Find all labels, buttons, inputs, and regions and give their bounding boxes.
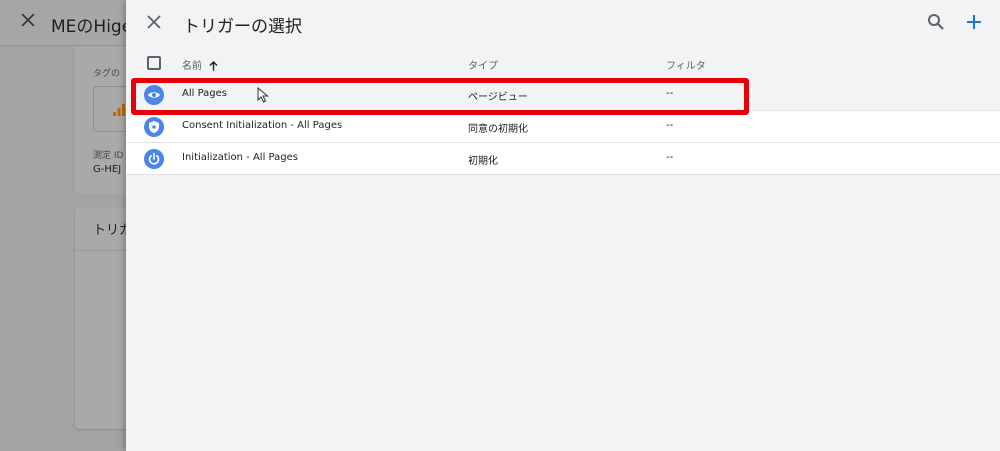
search-icon[interactable]: [927, 13, 945, 31]
trigger-table: 名前 タイプ フィルタ All Pages ページビュー -- Consent …: [126, 46, 1000, 175]
trigger-type-icon: [144, 85, 164, 105]
trigger-type: 同意の初期化: [468, 124, 528, 135]
trigger-type: ページビュー: [468, 92, 528, 103]
trigger-select-panel: トリガーの選択 名前 タイプ フィルタ All Pages ページビュー -- …: [126, 0, 1000, 451]
arrow-up-icon: [209, 61, 218, 71]
trigger-filter: --: [666, 152, 674, 163]
power-icon: [148, 152, 160, 165]
trigger-filter: --: [666, 88, 674, 99]
column-header-name-label: 名前: [182, 61, 202, 72]
add-icon[interactable]: [964, 12, 984, 32]
table-header: 名前 タイプ フィルタ: [126, 46, 1000, 79]
trigger-filter: --: [666, 120, 674, 131]
panel-title: トリガーの選択: [183, 17, 302, 37]
trigger-name: Initialization - All Pages: [182, 152, 298, 163]
trigger-type-icon: [144, 149, 164, 169]
select-all-checkbox[interactable]: [147, 56, 161, 70]
trigger-name: Consent Initialization - All Pages: [182, 120, 343, 131]
tag-label: タグの: [93, 69, 121, 79]
close-icon: [21, 13, 35, 27]
trigger-type-icon: [144, 117, 164, 137]
close-icon[interactable]: [146, 14, 162, 30]
shield-icon: [149, 121, 159, 133]
trigger-name: All Pages: [182, 88, 227, 99]
table-row[interactable]: All Pages ページビュー --: [126, 79, 1000, 111]
background-title: MEのHige: [51, 17, 133, 37]
analytics-icon: [113, 104, 125, 116]
column-header-filter[interactable]: フィルタ: [666, 57, 706, 72]
column-header-type[interactable]: タイプ: [468, 57, 498, 72]
measure-id-value: G-HEJ: [93, 164, 122, 175]
table-row[interactable]: Initialization - All Pages 初期化 --: [126, 143, 1000, 175]
panel-header: トリガーの選択: [126, 0, 1000, 46]
column-header-name[interactable]: 名前: [182, 57, 218, 72]
measure-id-label: 測定 ID: [93, 151, 124, 161]
eye-icon: [148, 92, 160, 98]
table-row[interactable]: Consent Initialization - All Pages 同意の初期…: [126, 111, 1000, 143]
trigger-type: 初期化: [468, 156, 498, 167]
